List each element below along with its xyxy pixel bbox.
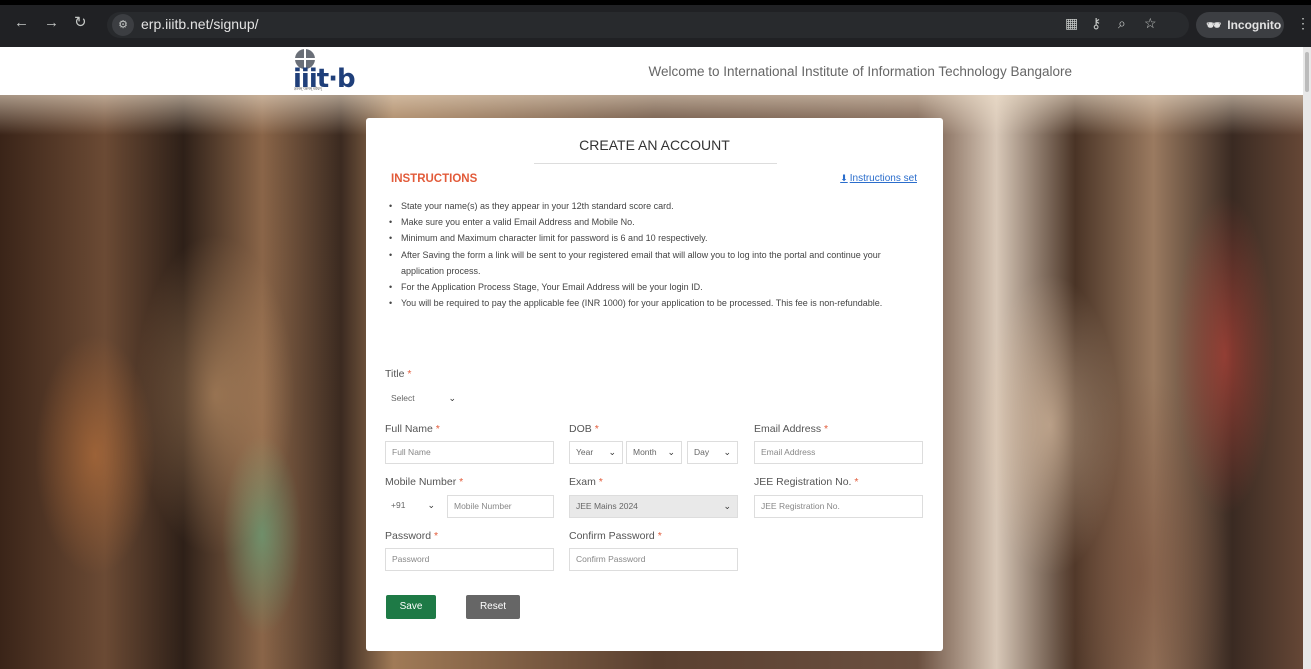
- scrollbar[interactable]: [1303, 47, 1311, 669]
- forward-icon[interactable]: →: [44, 15, 59, 31]
- instructions-set-link[interactable]: ⬇ Instructions set: [840, 173, 917, 184]
- title-select[interactable]: Select ⌄: [385, 388, 462, 411]
- mobile-label-text: Mobile Number: [385, 476, 457, 488]
- list-item: State your name(s) as they appear in you…: [386, 198, 926, 214]
- country-code-value: +91: [391, 500, 406, 510]
- chevron-down-icon: ⌄: [427, 500, 435, 510]
- list-item: After Saving the form a link will be sen…: [386, 247, 926, 279]
- exam-label-text: Exam: [569, 476, 596, 488]
- full-name-label: Full Name *: [385, 423, 440, 435]
- instructions-list: State your name(s) as they appear in you…: [386, 198, 926, 312]
- list-item: You will be required to pay the applicab…: [386, 295, 926, 311]
- title-label: Title *: [385, 368, 411, 380]
- required-mark: *: [435, 423, 440, 435]
- qr-icon[interactable]: ▦: [1065, 15, 1078, 31]
- tab-strip: [0, 0, 1311, 5]
- chevron-down-icon: ⌄: [723, 447, 731, 457]
- password-input[interactable]: Password: [385, 548, 554, 571]
- email-label-text: Email Address: [754, 423, 822, 435]
- dob-year-select[interactable]: Year ⌄: [569, 441, 623, 464]
- welcome-text: Welcome to International Institute of In…: [648, 64, 1072, 79]
- back-icon[interactable]: ←: [14, 15, 29, 31]
- required-mark: *: [407, 368, 412, 380]
- country-code-select[interactable]: +91 ⌄: [385, 495, 441, 518]
- dob-label: DOB *: [569, 423, 599, 435]
- download-icon: ⬇: [840, 173, 848, 183]
- exam-select[interactable]: JEE Mains 2024 ⌄: [569, 495, 738, 518]
- bookmark-star-icon[interactable]: ☆: [1144, 15, 1157, 31]
- chevron-down-icon: ⌄: [723, 501, 731, 511]
- jee-registration-input[interactable]: JEE Registration No.: [754, 495, 923, 518]
- required-mark: *: [459, 476, 464, 488]
- dob-month-select[interactable]: Month ⌄: [626, 441, 682, 464]
- page-title: CREATE AN ACCOUNT: [579, 137, 730, 153]
- title-label-text: Title: [385, 368, 405, 380]
- incognito-badge[interactable]: 🕶 Incognito: [1196, 12, 1284, 38]
- browser-toolbar: ← → ↻ ⚙ erp.iiitb.net/signup/ ▦ ⚷ ⌕ ☆ 🕶 I…: [0, 0, 1311, 47]
- instructions-link-label: Instructions set: [849, 173, 917, 184]
- password-label: Password *: [385, 530, 438, 542]
- required-mark: *: [434, 530, 439, 542]
- site-header: iiit·b ज्ञानम् परमम् ध्येयम् Welcome to …: [0, 47, 1311, 95]
- exam-label: Exam *: [569, 476, 603, 488]
- list-item: For the Application Process Stage, Your …: [386, 279, 926, 295]
- list-item: Minimum and Maximum character limit for …: [386, 230, 926, 246]
- incognito-label: Incognito: [1227, 18, 1282, 32]
- menu-kebab-icon[interactable]: ⋮: [1296, 15, 1310, 32]
- required-mark: *: [657, 530, 662, 542]
- required-mark: *: [594, 423, 599, 435]
- reload-icon[interactable]: ↻: [74, 15, 87, 31]
- zoom-icon[interactable]: ⌕: [1118, 15, 1126, 31]
- logo-tagline: ज्ञानम् परमम् ध्येयम्: [294, 86, 322, 91]
- dob-label-text: DOB: [569, 423, 592, 435]
- chevron-down-icon: ⌄: [448, 393, 456, 403]
- dob-month-value: Month: [633, 447, 657, 457]
- url-text[interactable]: erp.iiitb.net/signup/: [141, 16, 259, 32]
- password-key-icon[interactable]: ⚷: [1091, 15, 1101, 31]
- mobile-input[interactable]: Mobile Number: [447, 495, 554, 518]
- instructions-heading: INSTRUCTIONS: [391, 173, 478, 185]
- mobile-label: Mobile Number *: [385, 476, 463, 488]
- address-bar[interactable]: [107, 12, 1189, 38]
- confirm-password-label-text: Confirm Password: [569, 530, 655, 542]
- scrollbar-thumb[interactable]: [1305, 52, 1309, 92]
- full-name-input[interactable]: Full Name: [385, 441, 554, 464]
- email-label: Email Address *: [754, 423, 828, 435]
- site-settings-icon[interactable]: ⚙: [112, 14, 134, 36]
- jee-label-text: JEE Registration No.: [754, 476, 852, 488]
- signup-card: CREATE AN ACCOUNT INSTRUCTIONS ⬇ Instruct…: [366, 118, 943, 651]
- confirm-password-label: Confirm Password *: [569, 530, 662, 542]
- jee-label: JEE Registration No. *: [754, 476, 858, 488]
- required-mark: *: [854, 476, 859, 488]
- iiitb-logo[interactable]: iiit·b ज्ञानम् परमम् ध्येयम्: [283, 47, 363, 94]
- exam-select-value: JEE Mains 2024: [576, 501, 638, 511]
- save-button[interactable]: Save: [386, 595, 436, 619]
- full-name-label-text: Full Name: [385, 423, 433, 435]
- dob-day-value: Day: [694, 447, 710, 457]
- email-input[interactable]: Email Address: [754, 441, 923, 464]
- title-divider: [534, 163, 777, 164]
- chevron-down-icon: ⌄: [667, 447, 675, 457]
- list-item: Make sure you enter a valid Email Addres…: [386, 214, 926, 230]
- required-mark: *: [824, 423, 829, 435]
- reset-button[interactable]: Reset: [466, 595, 520, 619]
- incognito-icon: 🕶: [1206, 18, 1222, 32]
- confirm-password-input[interactable]: Confirm Password: [569, 548, 738, 571]
- title-select-value: Select: [391, 393, 415, 403]
- dob-day-select[interactable]: Day ⌄: [687, 441, 738, 464]
- chevron-down-icon: ⌄: [608, 447, 616, 457]
- password-label-text: Password: [385, 530, 432, 542]
- dob-year-value: Year: [576, 447, 594, 457]
- required-mark: *: [598, 476, 603, 488]
